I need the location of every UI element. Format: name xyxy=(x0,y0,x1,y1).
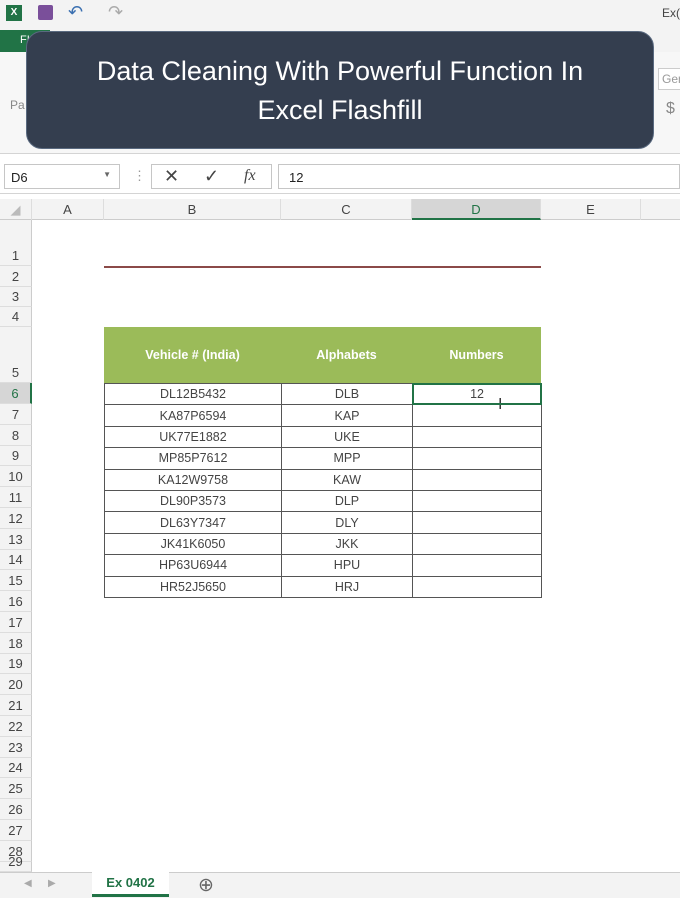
numbers-cell[interactable]: 12 xyxy=(412,383,542,406)
name-box[interactable]: D6 ▼ xyxy=(4,164,120,189)
row-header-22[interactable]: 22 xyxy=(0,716,32,737)
decorative-line xyxy=(104,266,541,268)
row-header-10[interactable]: 10 xyxy=(0,466,32,488)
vehicle-cell[interactable]: MP85P7612 xyxy=(104,447,282,470)
scroll-left-icon[interactable]: ◀ xyxy=(24,878,32,889)
alphabets-cell[interactable]: KAW xyxy=(281,468,413,491)
title-banner: Data Cleaning With Powerful Function In … xyxy=(26,31,654,149)
table-header-1: Alphabets xyxy=(281,327,412,383)
vehicle-cell[interactable]: HP63U6944 xyxy=(104,554,282,577)
number-format-dropdown[interactable]: Gen xyxy=(658,68,680,90)
row-header-12[interactable]: 12 xyxy=(0,508,32,529)
sheet-tab-ex-0402[interactable]: Ex 0402 xyxy=(92,871,169,897)
numbers-cell[interactable] xyxy=(412,511,542,534)
chevron-down-icon[interactable]: ▼ xyxy=(103,170,111,179)
vehicle-cell[interactable]: DL63Y7347 xyxy=(104,511,282,534)
row-header-9[interactable]: 9 xyxy=(0,445,32,467)
select-all-corner[interactable]: ◢ xyxy=(0,199,32,220)
alphabets-cell[interactable]: HRJ xyxy=(281,575,413,598)
vehicle-cell[interactable]: JK41K6050 xyxy=(104,532,282,556)
row-header-6[interactable]: 6 xyxy=(0,383,32,404)
row-header-18[interactable]: 18 xyxy=(0,632,32,654)
row-header-14[interactable]: 14 xyxy=(0,549,32,571)
undo-icon[interactable]: ↶ xyxy=(68,2,83,23)
column-header-d[interactable]: D xyxy=(412,199,541,220)
numbers-cell[interactable] xyxy=(412,468,542,491)
excel-icon: X xyxy=(6,5,22,21)
formula-buttons: ✕ ✓ fx xyxy=(151,164,272,189)
numbers-cell[interactable] xyxy=(412,404,542,427)
enter-icon[interactable]: ✓ xyxy=(204,166,219,187)
row-header-19[interactable]: 19 xyxy=(0,653,32,675)
currency-button[interactable]: $ xyxy=(666,100,675,118)
numbers-cell[interactable] xyxy=(412,490,542,513)
row-header-20[interactable]: 20 xyxy=(0,674,32,696)
row-header-3[interactable]: 3 xyxy=(0,287,32,307)
row-header-16[interactable]: 16 xyxy=(0,591,32,612)
column-headers: ◢ A B C D E xyxy=(0,199,680,220)
row-header-17[interactable]: 17 xyxy=(0,612,32,633)
vehicle-cell[interactable]: HR52J5650 xyxy=(104,575,282,598)
row-header-29[interactable]: 29 xyxy=(0,854,32,872)
column-header-a[interactable]: A xyxy=(32,199,104,220)
insert-function-icon[interactable]: fx xyxy=(244,167,256,185)
row-header-21[interactable]: 21 xyxy=(0,695,32,716)
alphabets-cell[interactable]: MPP xyxy=(281,447,413,470)
row-header-13[interactable]: 13 xyxy=(0,528,32,550)
row-header-24[interactable]: 24 xyxy=(0,757,32,779)
vehicle-cell[interactable]: UK77E1882 xyxy=(104,425,282,449)
row-header-1[interactable]: 1 xyxy=(0,220,32,266)
alphabets-cell[interactable]: DLP xyxy=(281,490,413,513)
row-header-7[interactable]: 7 xyxy=(0,404,32,425)
name-box-value: D6 xyxy=(11,170,28,185)
alphabets-cell[interactable]: JKK xyxy=(281,532,413,556)
paste-button[interactable]: Pa xyxy=(10,98,25,112)
column-header-c[interactable]: C xyxy=(281,199,412,220)
row-header-27[interactable]: 27 xyxy=(0,820,32,841)
table-header-0: Vehicle # (India) xyxy=(104,327,281,383)
banner-line-1: Data Cleaning With Powerful Function In xyxy=(96,56,584,86)
banner-line-2: Excel Flashfill xyxy=(257,95,423,125)
cancel-icon[interactable]: ✕ xyxy=(164,166,179,187)
vehicle-cell[interactable]: DL12B5432 xyxy=(104,383,282,406)
redo-icon[interactable]: ↷ xyxy=(108,2,123,23)
numbers-cell[interactable] xyxy=(412,447,542,470)
vehicle-cell[interactable]: KA12W9758 xyxy=(104,468,282,491)
alphabets-cell[interactable]: DLB xyxy=(281,383,413,406)
row-header-25[interactable]: 25 xyxy=(0,778,32,800)
drag-handle-icon[interactable]: ⋮ xyxy=(133,168,146,184)
vehicle-cell[interactable]: DL90P3573 xyxy=(104,490,282,513)
alphabets-cell[interactable]: UKE xyxy=(281,425,413,449)
row-header-23[interactable]: 23 xyxy=(0,736,32,758)
alphabets-cell[interactable]: DLY xyxy=(281,511,413,534)
numbers-cell[interactable] xyxy=(412,554,542,577)
table-header-2: Numbers xyxy=(412,327,541,383)
window-title: Ex( xyxy=(662,6,680,20)
row-header-15[interactable]: 15 xyxy=(0,570,32,592)
row-header-8[interactable]: 8 xyxy=(0,424,32,446)
alphabets-cell[interactable]: HPU xyxy=(281,554,413,577)
save-icon[interactable] xyxy=(38,5,53,20)
numbers-cell[interactable] xyxy=(412,532,542,556)
quick-access-toolbar: X ↶ ↷ Ex( xyxy=(0,0,680,28)
scroll-right-icon[interactable]: ▶ xyxy=(48,878,56,889)
column-header-e[interactable]: E xyxy=(541,199,641,220)
row-header-26[interactable]: 26 xyxy=(0,799,32,820)
numbers-cell[interactable] xyxy=(412,575,542,598)
formula-input[interactable]: 12 xyxy=(278,164,680,189)
add-sheet-button[interactable]: ⊕ xyxy=(198,874,214,897)
numbers-cell[interactable] xyxy=(412,425,542,449)
vehicle-cell[interactable]: KA87P6594 xyxy=(104,404,282,427)
row-header-5[interactable]: 5 xyxy=(0,327,32,383)
alphabets-cell[interactable]: KAP xyxy=(281,404,413,427)
row-header-4[interactable]: 4 xyxy=(0,307,32,327)
row-header-2[interactable]: 2 xyxy=(0,266,32,287)
row-header-11[interactable]: 11 xyxy=(0,487,32,508)
column-header-b[interactable]: B xyxy=(104,199,281,220)
